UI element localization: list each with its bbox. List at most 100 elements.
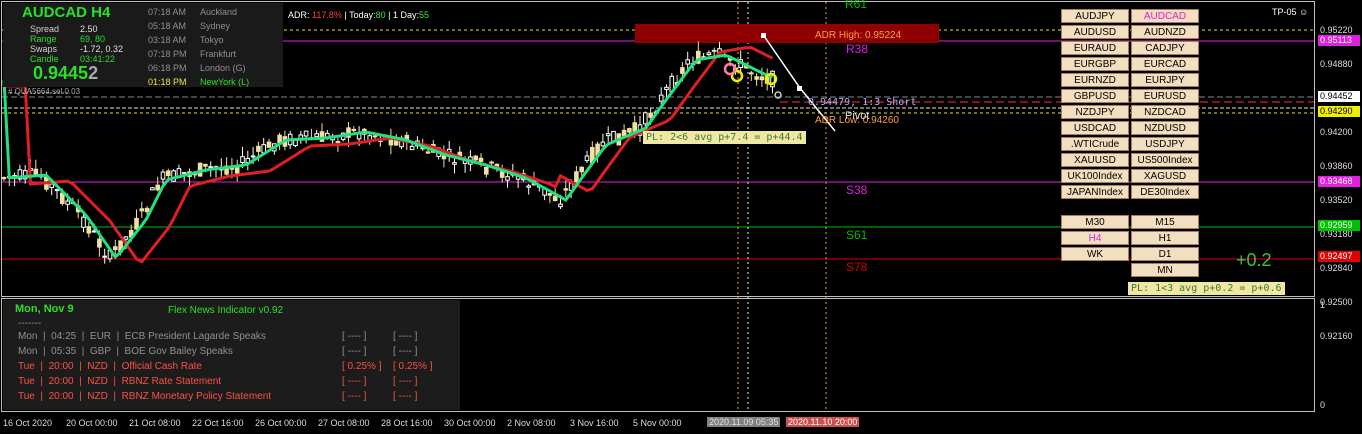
adr-separator: |	[388, 10, 391, 20]
level-s78: S78	[846, 260, 868, 274]
session-city-sydney: Sydney	[200, 21, 231, 31]
news-previous: [ ---- ]	[393, 376, 418, 387]
symbol-button-audcad[interactable]: AUDCAD	[1131, 9, 1199, 23]
price-scale-label: 0.94200	[1320, 127, 1353, 137]
candle-body	[658, 94, 664, 102]
candle-body	[489, 161, 494, 164]
indicator-scale-bottom: 0	[1320, 400, 1326, 410]
candle-body	[240, 156, 245, 163]
candle-body	[621, 129, 627, 137]
news-forecast: [ 0.25% ]	[342, 361, 382, 372]
adr-high-label: ADR High: 0.95224	[815, 30, 902, 41]
candle-body	[706, 52, 712, 56]
symbol-button-nzdusd[interactable]: NZDUSD	[1131, 121, 1199, 135]
symbol-button-uk100index[interactable]: UK100Index	[1061, 169, 1129, 183]
symbol-button-eurjpy[interactable]: EURJPY	[1131, 73, 1199, 87]
range-value: 69, 80	[80, 34, 106, 44]
candle-body	[49, 183, 55, 188]
symbol-button-japanindex[interactable]: JAPANIndex	[1061, 185, 1129, 199]
symbol-button-nzdcad[interactable]: NZDCAD	[1131, 105, 1199, 119]
swaps-label: Swaps	[30, 44, 58, 54]
time-axis-label: 28 Oct 16:00	[381, 418, 433, 428]
symbol-button-eurnzd[interactable]: EURNZD	[1061, 73, 1129, 87]
symbol-title: AUDCAD H4	[22, 4, 111, 21]
candle-body	[425, 151, 431, 154]
today-value: 80	[375, 10, 386, 20]
candle-body	[759, 76, 765, 81]
candle-body	[600, 141, 606, 147]
symbol-button-cadjpy[interactable]: CADJPY	[1131, 41, 1199, 55]
timeframe-button-m30[interactable]: M30	[1061, 215, 1129, 229]
candle-body	[144, 207, 150, 213]
candle-body	[91, 230, 97, 233]
news-row[interactable]: Mon | 04:25 | EUR | ECB President Lagard…	[18, 331, 266, 342]
candle-body	[319, 131, 325, 142]
time-tag-current: 2020.11.09 05:35	[707, 417, 781, 427]
trade-point-2	[797, 86, 802, 91]
timeframe-button-m15[interactable]: M15	[1131, 215, 1199, 229]
candle-body	[123, 236, 129, 240]
candle-body	[754, 76, 759, 80]
news-row[interactable]: Tue | 20:00 | NZD | Official Cash Rate	[18, 361, 202, 372]
candle-body	[574, 171, 579, 183]
candle-body	[155, 184, 160, 191]
candle-body	[356, 133, 362, 140]
timeframe-button-d1[interactable]: D1	[1131, 247, 1199, 261]
candle-body	[563, 188, 569, 191]
symbol-button-usdcad[interactable]: USDCAD	[1061, 121, 1129, 135]
candle-body	[54, 189, 60, 192]
timeframe-button-mn[interactable]: MN	[1131, 263, 1199, 277]
swaps-value: -1.72, 0.32	[80, 44, 124, 54]
symbol-button-wticrude[interactable]: .WTICrude	[1061, 137, 1129, 151]
symbol-button-xauusd[interactable]: XAUUSD	[1061, 153, 1129, 167]
price-tag: 0.95113	[1318, 35, 1360, 46]
day-value: 55	[419, 10, 430, 20]
symbol-button-audusd[interactable]: AUDUSD	[1061, 25, 1129, 39]
candle-body	[351, 128, 357, 132]
timeframe-button-h4[interactable]: H4	[1061, 231, 1129, 245]
price-tag: 0.94452	[1318, 91, 1360, 102]
session-time-london: 06:18 PM	[148, 63, 187, 73]
level-r38: R38	[846, 42, 869, 56]
symbol-button-usdjpy[interactable]: USDJPY	[1131, 137, 1199, 151]
symbol-button-euraud[interactable]: EURAUD	[1061, 41, 1129, 55]
candle-body	[473, 155, 478, 161]
candle-body	[664, 86, 669, 91]
symbol-button-audjpy[interactable]: AUDJPY	[1061, 9, 1129, 23]
symbol-button-gbpusd[interactable]: GBPUSD	[1061, 89, 1129, 103]
candle-body	[685, 59, 691, 65]
symbol-button-eurusd[interactable]: EURUSD	[1131, 89, 1199, 103]
news-row[interactable]: Tue | 20:00 | NZD | RBNZ Monetary Policy…	[18, 391, 271, 402]
symbol-button-xagusd[interactable]: XAGUSD	[1131, 169, 1199, 183]
symbol-button-eurcad[interactable]: EURCAD	[1131, 57, 1199, 71]
corner-label: TP-05 ☺	[1272, 7, 1308, 17]
pl-right-tag: PL: 1<3 avg p+0.2 = p+0.6	[1128, 282, 1285, 295]
symbol-button-nzdjpy[interactable]: NZDJPY	[1061, 105, 1129, 119]
candle-body	[605, 133, 611, 137]
candle-body	[160, 171, 166, 180]
big-pl-value: +0.2	[1236, 250, 1272, 270]
symbol-button-eurgbp[interactable]: EURGBP	[1061, 57, 1129, 71]
news-row[interactable]: Mon | 05:35 | GBP | BOE Gov Bailey Speak…	[18, 346, 233, 357]
session-city-auckland: Auckland	[200, 7, 238, 17]
news-previous: [ ---- ]	[393, 391, 418, 402]
spread-value: 2.50	[80, 24, 98, 34]
adr-label: ADR:	[288, 10, 310, 20]
symbol-button-de30index[interactable]: DE30Index	[1131, 185, 1199, 199]
current-price: 0.94452	[33, 63, 98, 84]
session-time-auckland: 07:18 AM	[148, 7, 187, 17]
news-row[interactable]: Tue | 20:00 | NZD | RBNZ Rate Statement	[18, 376, 221, 387]
news-previous: [ ---- ]	[393, 346, 418, 357]
time-axis-label: 22 Oct 16:00	[192, 418, 244, 428]
news-dashes: -------	[18, 318, 42, 329]
candle-body	[33, 168, 39, 175]
candle-body	[181, 172, 187, 175]
price-tag: 0.92959	[1318, 220, 1360, 231]
price-scale-label: 0.93860	[1320, 161, 1353, 171]
symbol-button-audnzd[interactable]: AUDNZD	[1131, 25, 1199, 39]
candle-body	[579, 166, 585, 173]
timeframe-button-h1[interactable]: H1	[1131, 231, 1199, 245]
current-price-main: 0.9445	[33, 63, 89, 83]
symbol-button-us500index[interactable]: US500Index	[1131, 153, 1199, 167]
timeframe-button-wk[interactable]: WK	[1061, 247, 1129, 261]
